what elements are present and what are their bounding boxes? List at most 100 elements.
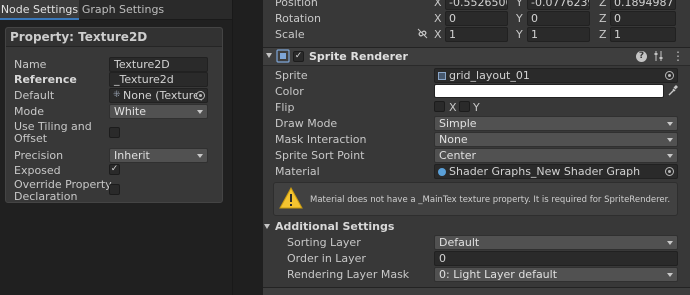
rotation-x-label: X: [434, 12, 442, 25]
color-swatch[interactable]: [434, 84, 664, 98]
link-scale-icon[interactable]: [417, 28, 428, 39]
scale-y-field[interactable]: 1: [527, 27, 590, 42]
mask-interaction-dropdown[interactable]: None: [434, 132, 678, 147]
sprite-label: Sprite: [275, 69, 308, 82]
flip-y-label: Y: [473, 101, 480, 114]
tiling-label-line2: Offset: [14, 132, 48, 145]
precision-value: Inherit: [114, 149, 150, 162]
scale-z-label: Z: [599, 28, 607, 41]
color-label: Color: [275, 85, 304, 98]
exposed-label: Exposed: [14, 164, 61, 177]
foldout-arrow-icon[interactable]: [266, 53, 272, 58]
position-z-field[interactable]: 0.1894987: [610, 0, 676, 10]
sprite-sort-point-label: Sprite Sort Point: [275, 149, 365, 162]
draw-mode-value: Simple: [439, 117, 477, 130]
mode-value: White: [114, 105, 146, 118]
chevron-down-icon: [667, 273, 673, 277]
rotation-y-label: Y: [516, 12, 523, 25]
next-component-header[interactable]: [263, 287, 690, 295]
sprite-renderer-title: Sprite Renderer: [309, 50, 408, 63]
flip-x-checkbox[interactable]: [434, 101, 445, 112]
chevron-down-icon: [197, 154, 203, 158]
rotation-z-field[interactable]: 0: [610, 11, 676, 26]
reference-field[interactable]: _Texture2d: [109, 72, 208, 87]
preset-icon[interactable]: [653, 50, 664, 62]
position-y-label: Y: [516, 0, 523, 9]
tab-graph-settings[interactable]: Graph Settings: [80, 0, 166, 20]
material-field[interactable]: Shader Graphs_New Shader Graph: [434, 164, 678, 179]
sprite-field[interactable]: grid_layout_01: [434, 68, 678, 83]
precision-label: Precision: [14, 149, 64, 162]
additional-settings-title[interactable]: Additional Settings: [275, 220, 394, 233]
rotation-label: Rotation: [275, 12, 322, 25]
mask-interaction-label: Mask Interaction: [275, 133, 367, 146]
sorting-layer-value: Default: [439, 236, 480, 249]
rendering-layer-mask-value: 0: Light Layer default: [439, 268, 558, 281]
draw-mode-label: Draw Mode: [275, 117, 338, 130]
rotation-z-label: Z: [599, 12, 607, 25]
material-value: Shader Graphs_New Shader Graph: [449, 165, 641, 178]
tiling-checkbox[interactable]: [109, 127, 120, 138]
scale-y-label: Y: [516, 28, 523, 41]
position-x-label: X: [434, 0, 442, 9]
mode-label: Mode: [14, 105, 44, 118]
order-in-layer-label: Order in Layer: [287, 252, 366, 265]
sprite-renderer-icon: [276, 49, 290, 63]
default-texture-value: None (Texture): [123, 89, 205, 102]
scale-label: Scale: [275, 28, 305, 41]
chevron-down-icon: [667, 241, 673, 245]
reference-label: Reference: [14, 73, 77, 86]
default-texture-field[interactable]: ⁜ None (Texture): [109, 88, 208, 103]
exposed-checkbox[interactable]: ✓: [109, 164, 120, 175]
scene-gap: [233, 0, 263, 295]
panel-title: Property: Texture2D: [10, 30, 148, 44]
sprite-sort-point-value: Center: [439, 149, 477, 162]
flip-label: Flip: [275, 101, 295, 114]
rotation-y-field[interactable]: 0: [527, 11, 590, 26]
draw-mode-dropdown[interactable]: Simple: [434, 116, 678, 131]
tab-node-settings[interactable]: Node Settings: [0, 0, 79, 20]
rotation-x-field[interactable]: 0: [445, 11, 508, 26]
sorting-layer-dropdown[interactable]: Default: [434, 235, 678, 250]
more-options-icon[interactable]: ⋮: [672, 49, 684, 63]
override-label-line2: Declaration: [14, 190, 78, 203]
sprite-value: grid_layout_01: [449, 69, 530, 82]
warning-icon: [279, 186, 303, 209]
chevron-down-icon: [667, 122, 673, 126]
object-picker-icon[interactable]: [665, 167, 674, 176]
name-field[interactable]: Texture2D: [109, 57, 208, 72]
help-icon[interactable]: ?: [636, 51, 647, 62]
order-in-layer-field[interactable]: 0: [434, 251, 678, 266]
rendering-layer-mask-dropdown[interactable]: 0: Light Layer default: [434, 267, 678, 282]
foldout-arrow-icon[interactable]: [264, 224, 270, 229]
default-label: Default: [14, 89, 55, 102]
sprite-renderer-enabled-checkbox[interactable]: ✓: [293, 51, 304, 62]
name-label: Name: [14, 58, 47, 71]
object-picker-icon[interactable]: [665, 71, 674, 80]
position-x-field[interactable]: -0.5526506: [445, 0, 508, 10]
rendering-layer-mask-label: Rendering Layer Mask: [287, 268, 410, 281]
mask-interaction-value: None: [439, 133, 468, 146]
graph-inspector: Node Settings Graph Settings Property: T…: [0, 0, 232, 295]
warning-text: Material does not have a _MainTex textur…: [310, 195, 671, 205]
flip-x-label: X: [449, 101, 457, 114]
override-checkbox[interactable]: [109, 184, 120, 195]
object-picker-icon[interactable]: [196, 91, 205, 100]
chevron-down-icon: [667, 154, 673, 158]
position-y-field[interactable]: -0.0776239: [527, 0, 590, 10]
material-asset-icon: [438, 168, 446, 176]
flip-y-checkbox[interactable]: [459, 101, 470, 112]
mode-dropdown[interactable]: White: [109, 104, 208, 119]
position-z-label: Z: [599, 0, 607, 9]
chevron-down-icon: [197, 110, 203, 114]
scale-x-label: X: [434, 28, 442, 41]
material-label: Material: [275, 165, 320, 178]
sprite-sort-point-dropdown[interactable]: Center: [434, 148, 678, 163]
precision-dropdown[interactable]: Inherit: [109, 148, 208, 163]
eyedropper-icon[interactable]: [667, 85, 678, 97]
position-label: Position: [275, 0, 318, 9]
scale-x-field[interactable]: 1: [445, 27, 508, 42]
sprite-asset-icon: [438, 72, 446, 80]
sorting-layer-label: Sorting Layer: [287, 236, 361, 249]
scale-z-field[interactable]: 1: [610, 27, 676, 42]
